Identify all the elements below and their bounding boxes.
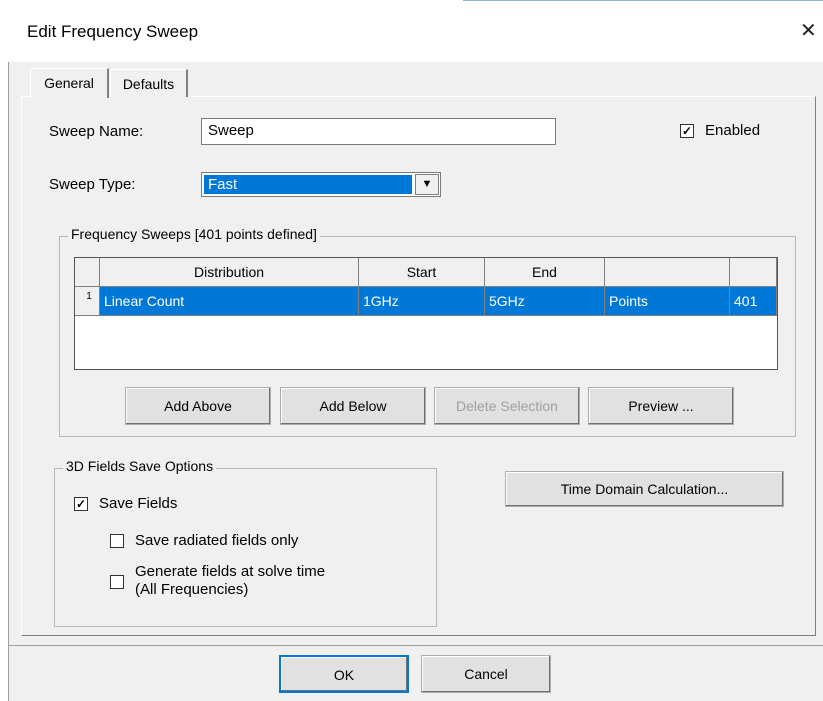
delete-selection-button[interactable]: Delete Selection [434,387,580,425]
sweep-type-label: Sweep Type: [49,176,136,193]
cancel-button[interactable]: Cancel [421,655,551,693]
sweep-type-value: Fast [204,175,412,194]
table-cell-distribution[interactable]: Linear Count [100,287,359,316]
column-header-4[interactable] [605,258,730,287]
save-fields-label: Save Fields [99,495,178,512]
footer-separator [9,645,823,646]
column-header-5[interactable] [730,258,777,287]
table-cell-start[interactable]: 1GHz [359,287,485,316]
save-radiated-label: Save radiated fields only [135,532,299,549]
add-below-button[interactable]: Add Below [280,387,426,425]
fields-save-options-title: 3D Fields Save Options [63,458,217,474]
save-radiated-checkbox[interactable]: Save radiated fields only [110,532,370,552]
column-header-start[interactable]: Start [359,258,485,287]
save-fields-check-icon: ✓ [74,497,88,511]
save-radiated-check-icon [110,534,124,548]
save-fields-checkbox[interactable]: ✓ Save Fields [74,495,224,515]
add-above-button[interactable]: Add Above [125,387,271,425]
row-header[interactable]: 1 [75,287,100,316]
generate-fields-checkbox[interactable]: Generate fields at solve time (All Frequ… [110,563,390,603]
sweep-type-select[interactable]: Fast ▼ [201,172,441,197]
tab-general[interactable]: General [30,68,109,98]
close-icon[interactable]: ✕ [800,18,817,43]
table-cell-end[interactable]: 5GHz [485,287,605,316]
ok-button[interactable]: OK [279,655,409,693]
table-corner-header [75,258,100,287]
table-cell-count[interactable]: 401 [730,287,777,316]
sweep-name-label: Sweep Name: [49,123,144,140]
enabled-checkbox[interactable]: ✓ Enabled [680,122,790,142]
window-title: Edit Frequency Sweep [27,22,199,41]
frequency-sweeps-group-title: Frequency Sweeps [401 points defined] [68,226,320,242]
frequency-sweep-table[interactable]: Distribution Start End 1 Linear Count 1G… [74,257,778,370]
sweep-name-input[interactable]: Sweep [201,118,556,145]
chevron-down-icon[interactable]: ▼ [415,174,439,195]
background-window-edge [463,0,823,1]
generate-fields-check-icon [110,575,124,589]
time-domain-calculation-button[interactable]: Time Domain Calculation... [505,471,784,507]
column-header-distribution[interactable]: Distribution [100,258,359,287]
table-cell-type[interactable]: Points [605,287,730,316]
column-header-end[interactable]: End [485,258,605,287]
enabled-label: Enabled [705,122,761,139]
preview-button[interactable]: Preview ... [588,387,734,425]
generate-fields-label-line1: Generate fields at solve time [135,563,326,580]
tab-defaults[interactable]: Defaults [110,69,188,97]
enabled-check-icon: ✓ [680,124,694,138]
generate-fields-label-line2: (All Frequencies) [135,581,249,598]
